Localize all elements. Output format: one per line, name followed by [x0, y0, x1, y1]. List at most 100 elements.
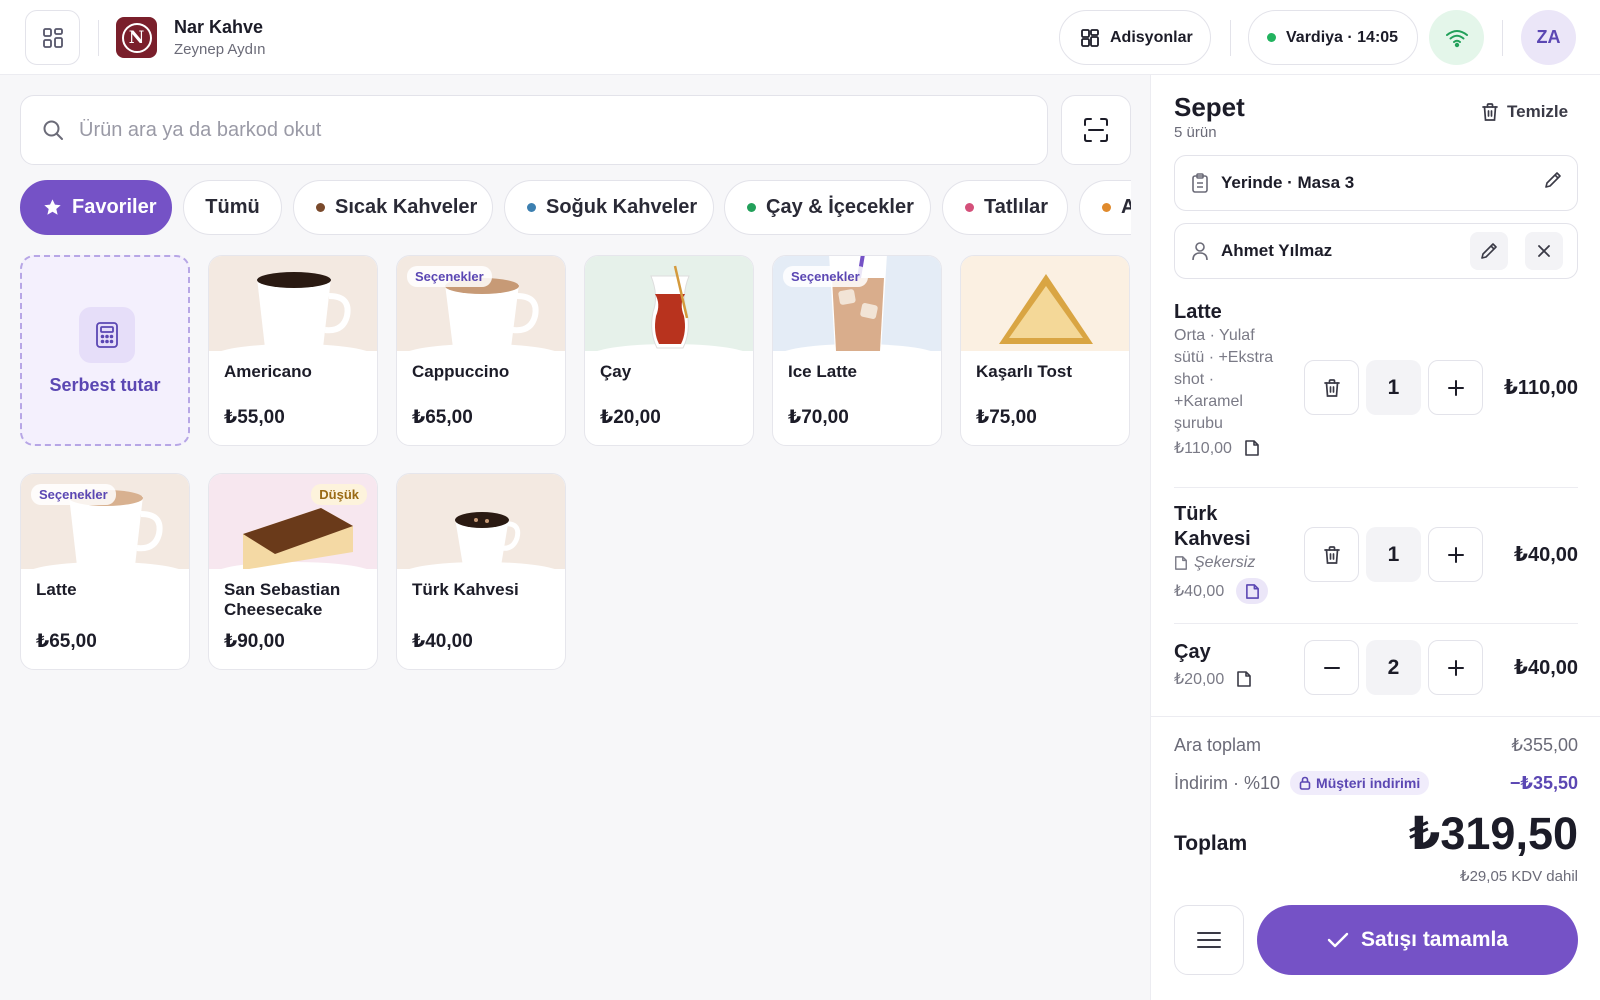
product-name: Latte	[36, 580, 77, 599]
subtotal-label: Ara toplam	[1174, 735, 1262, 755]
product-name: Americano	[224, 362, 312, 381]
category-atistirmalik[interactable]: Atıştırmalık	[1079, 180, 1131, 235]
cart-panel: Sepet 5 ürün Temizle Yerinde · Masa 3 Ah…	[1150, 75, 1600, 1000]
clipboard-icon	[1192, 173, 1208, 193]
add-note-button[interactable]	[1244, 439, 1260, 457]
brand-name: Nar Kahve	[174, 17, 264, 37]
product-image	[209, 256, 377, 351]
brand-initial: N	[121, 22, 152, 53]
increase-quantity-button[interactable]	[1428, 640, 1483, 695]
customer-box[interactable]: Ahmet Yılmaz	[1174, 223, 1578, 279]
plus-icon	[1447, 659, 1464, 676]
product-image	[397, 474, 565, 569]
remove-customer-button[interactable]	[1525, 232, 1563, 270]
edit-order-type-button[interactable]	[1543, 170, 1563, 190]
barcode-scan-button[interactable]	[1061, 95, 1131, 165]
product-card-cay[interactable]: Çay ₺20,00	[584, 255, 754, 446]
category-sicak-kahveler[interactable]: Sıcak Kahveler	[293, 180, 493, 235]
product-card-kasarli-tost[interactable]: Kaşarlı Tost ₺75,00	[960, 255, 1130, 446]
note-icon	[1237, 671, 1252, 687]
product-card-san-sebastian[interactable]: Düşük San Sebastian Cheesecake ₺90,00	[208, 473, 378, 670]
cart-title: Sepet	[1174, 92, 1245, 122]
app-grid-button[interactable]	[25, 10, 80, 65]
total-value: ₺319,50	[1409, 808, 1578, 859]
brand-logo: N	[116, 17, 157, 58]
tea-glass-icon	[597, 265, 743, 351]
category-bar: Favoriler Tümü Sıcak Kahveler Soğuk Kahv…	[20, 180, 1131, 236]
product-image: Düşük	[209, 474, 377, 569]
user-icon	[1192, 242, 1208, 261]
edit-note-button[interactable]	[1236, 578, 1269, 604]
product-card-ice-latte[interactable]: Seçenekler Ice Latte ₺70,00	[772, 255, 942, 446]
header-divider	[1230, 20, 1231, 56]
line-total: ₺40,00	[1514, 657, 1578, 679]
discount-value: −₺35,50	[1509, 772, 1578, 793]
increase-quantity-button[interactable]	[1428, 360, 1483, 415]
category-label: Tatlılar	[984, 196, 1049, 218]
remove-line-button[interactable]	[1304, 360, 1359, 415]
calculator-icon	[96, 322, 118, 348]
tax-included-note: ₺29,05 KDV dahil	[1460, 868, 1578, 885]
order-type-box[interactable]: Yerinde · Masa 3	[1174, 155, 1578, 211]
product-name: Çay	[600, 362, 632, 381]
remove-line-button[interactable]	[1304, 527, 1359, 582]
subtotal-row: Ara toplam ₺355,00	[1174, 735, 1578, 756]
grid-icon	[42, 27, 63, 48]
user-avatar[interactable]: ZA	[1521, 10, 1576, 65]
product-name: Türk Kahvesi	[412, 580, 519, 599]
cart-menu-button[interactable]	[1174, 905, 1244, 975]
line-note: Şekersiz	[1194, 554, 1256, 571]
trash-icon	[1323, 378, 1340, 397]
discount-badge-label: Müşteri indirimi	[1316, 775, 1421, 791]
close-icon	[1538, 245, 1550, 257]
decrease-quantity-button[interactable]	[1304, 640, 1359, 695]
custom-amount-tile[interactable]: Serbest tutar	[20, 255, 190, 446]
product-image	[585, 256, 753, 351]
line-unit-price: ₺110,00	[1174, 440, 1232, 457]
category-tumu[interactable]: Tümü	[183, 180, 282, 235]
category-cay-icecekler[interactable]: Çay & İçecekler	[724, 180, 931, 235]
complete-sale-button[interactable]: Satışı tamamla	[1257, 905, 1578, 975]
note-icon	[1245, 583, 1259, 599]
trash-icon	[1482, 103, 1498, 121]
product-image: Seçenekler	[397, 256, 565, 351]
category-color-dot	[747, 203, 756, 212]
connection-status[interactable]	[1429, 10, 1484, 65]
product-card-americano[interactable]: Americano ₺55,00	[208, 255, 378, 446]
product-card-latte[interactable]: Seçenekler Latte ₺65,00	[20, 473, 190, 670]
product-price: ₺70,00	[788, 407, 849, 428]
edit-customer-button[interactable]	[1470, 232, 1508, 270]
clear-cart-button[interactable]: Temizle	[1481, 102, 1568, 122]
line-unit-price: ₺40,00	[1174, 583, 1225, 600]
plus-icon	[1447, 379, 1464, 396]
pencil-icon	[1545, 172, 1561, 188]
total-label: Toplam	[1174, 832, 1248, 855]
category-label: Çay & İçecekler	[766, 196, 914, 218]
options-badge: Seçenekler	[783, 266, 868, 287]
add-note-button[interactable]	[1236, 670, 1252, 688]
clear-cart-label: Temizle	[1507, 102, 1569, 121]
category-tatlilar[interactable]: Tatlılar	[942, 180, 1068, 235]
line-options: Orta · Yulaf sütü · +Ekstra shot · +Kara…	[1174, 327, 1274, 432]
category-soguk-kahveler[interactable]: Soğuk Kahveler	[504, 180, 714, 235]
star-icon	[44, 199, 61, 215]
line-quantity: 1	[1366, 527, 1421, 582]
subtotal-value: ₺355,00	[1511, 735, 1578, 755]
product-card-turk-kahvesi[interactable]: Türk Kahvesi ₺40,00	[396, 473, 566, 670]
discount-label-group: İndirim · %10 Müşteri indirimi	[1174, 771, 1430, 795]
shift-status-button[interactable]: Vardiya · 14:05	[1248, 10, 1418, 65]
category-favoriler[interactable]: Favoriler	[20, 180, 172, 235]
adisyonlar-button[interactable]: Adisyonlar	[1059, 10, 1211, 65]
customer-name: Ahmet Yılmaz	[1221, 241, 1333, 260]
cashier-name: Zeynep Aydın	[174, 41, 266, 58]
product-card-cappuccino[interactable]: Seçenekler Cappuccino ₺65,00	[396, 255, 566, 446]
line-total: ₺40,00	[1514, 544, 1578, 566]
shift-active-dot	[1267, 33, 1276, 42]
search-input[interactable]	[79, 118, 979, 142]
discount-badge[interactable]: Müşteri indirimi	[1290, 771, 1430, 795]
custom-amount-label: Serbest tutar	[49, 375, 161, 395]
product-name: Cappuccino	[412, 362, 510, 381]
receipts-grid-icon	[1081, 28, 1099, 47]
increase-quantity-button[interactable]	[1428, 527, 1483, 582]
shift-label: Vardiya · 14:05	[1286, 28, 1399, 46]
